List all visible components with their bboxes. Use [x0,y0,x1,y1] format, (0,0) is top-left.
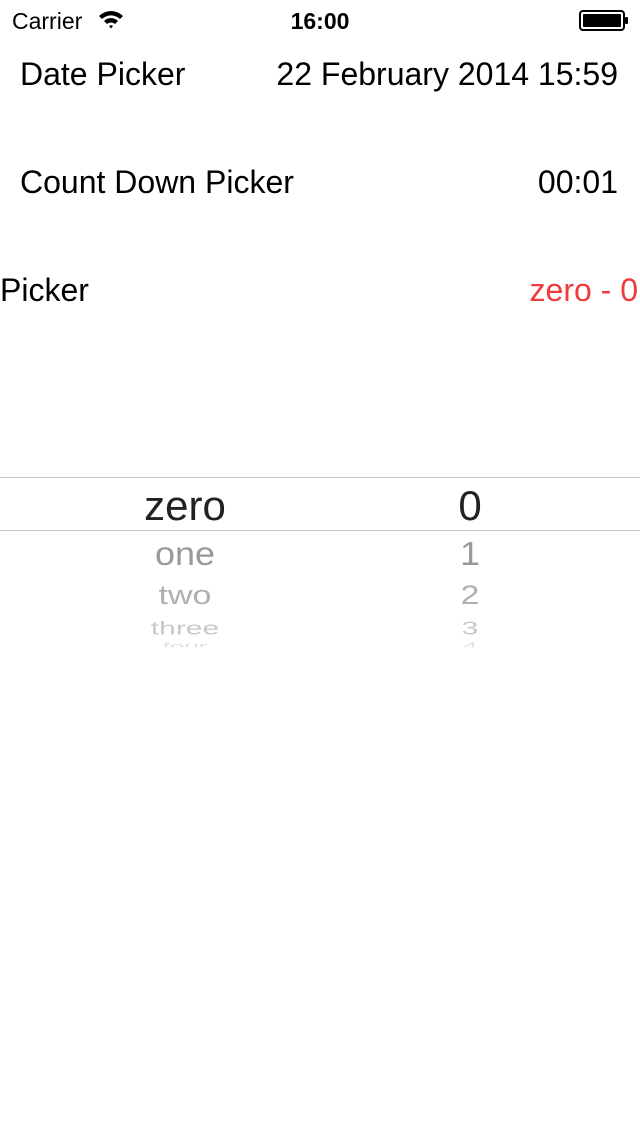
count-down-picker-label: Count Down Picker [20,164,294,200]
battery-icon [579,10,628,31]
picker-number-option[interactable]: 1 [400,535,540,573]
picker-wheel[interactable]: zero one two three four 0 1 2 3 4 [0,470,640,670]
picker-label: Picker [0,272,89,308]
status-bar: Carrier 16:00 [0,0,640,40]
picker-word-option[interactable]: zero [90,482,280,530]
status-clock: 16:00 [290,8,350,34]
picker-value[interactable]: zero - 0 [530,270,638,310]
selection-divider-bottom [0,530,640,531]
picker-number-option[interactable]: 4 [400,641,540,647]
picker-number-option[interactable]: 0 [400,482,540,530]
picker-word-option[interactable]: four [90,641,280,647]
date-picker-value[interactable]: 22 February 2014 15:59 [276,54,618,94]
picker-word-option[interactable]: two [90,580,280,610]
picker-word-option[interactable]: three [90,619,280,639]
picker-word-option[interactable]: one [90,535,280,573]
selection-divider-top [0,477,640,478]
date-picker-label: Date Picker [20,56,186,92]
picker-number-option[interactable]: 2 [400,580,540,610]
picker-number-option[interactable]: 3 [400,619,540,639]
count-down-picker-value[interactable]: 00:01 [538,162,618,202]
